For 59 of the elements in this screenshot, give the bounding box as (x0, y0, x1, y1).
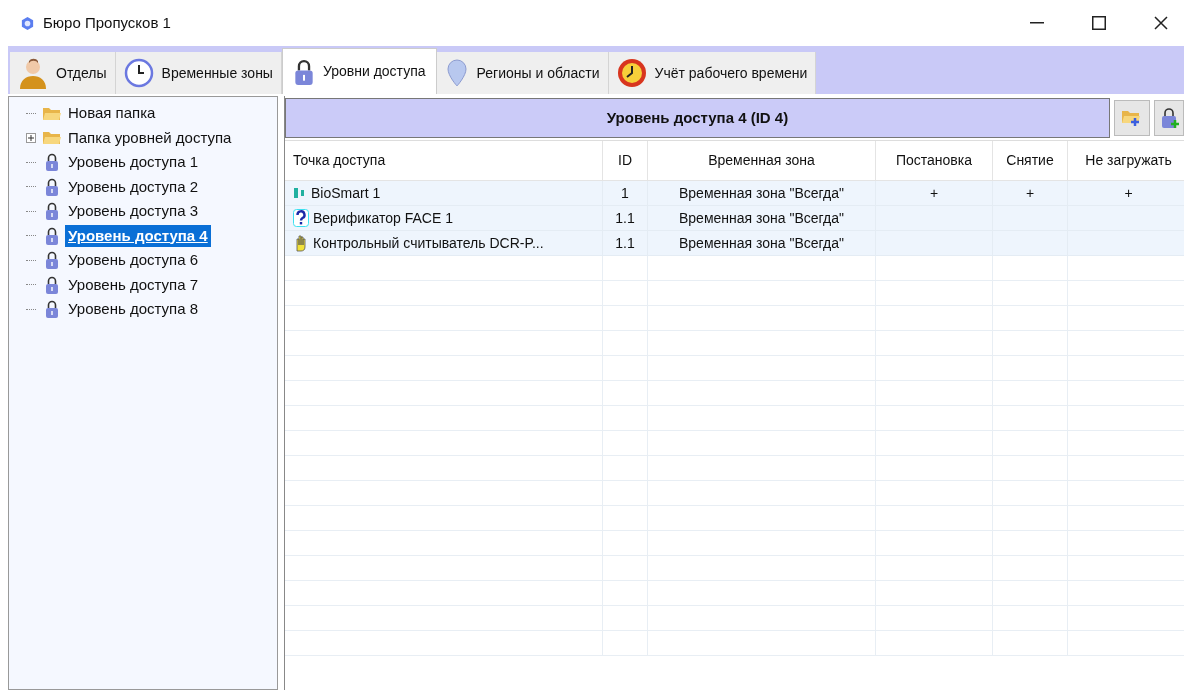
padlock-icon (45, 153, 59, 172)
add-level-button[interactable] (1154, 100, 1184, 136)
window-title: Бюро Пропусков 1 (43, 12, 171, 33)
panel-title: Уровень доступа 4 (ID 4) (606, 107, 789, 128)
table-cell-text: Временная зона "Всегда" (679, 233, 844, 253)
tree-item[interactable]: Новая папка (65, 102, 159, 125)
table-cell-text: + (1124, 183, 1133, 203)
column-header[interactable]: ID (603, 141, 648, 180)
tree-item[interactable]: Уровень доступа 8 (65, 298, 202, 321)
map-pin-icon (444, 58, 469, 88)
hand-icon (293, 234, 309, 252)
folder-icon (42, 105, 62, 121)
padlock-icon (292, 58, 315, 85)
tree-item[interactable]: Уровень доступа 3 (65, 200, 202, 223)
table-cell-text: Временная зона "Всегда" (679, 183, 844, 203)
table-cell-text: + (929, 183, 939, 203)
padlock-plus-icon (1161, 107, 1179, 129)
clock-icon (123, 58, 154, 88)
padlock-icon (45, 177, 59, 196)
scanner-icon (293, 187, 307, 199)
tree-item[interactable]: Уровень доступа 4 (65, 224, 211, 247)
minimize-icon (1030, 22, 1044, 24)
table-cell-text: Верификатор FACE 1 (313, 208, 453, 228)
column-header[interactable]: Снятие (993, 141, 1068, 180)
tab[interactable]: Временные зоны (115, 52, 282, 94)
add-folder-button[interactable] (1114, 100, 1150, 136)
tab[interactable]: Регионы и области (436, 52, 609, 94)
folder-icon (42, 130, 62, 146)
tab[interactable]: Уровни доступа (281, 48, 437, 94)
padlock-icon (45, 202, 59, 221)
person-icon (18, 57, 48, 89)
table-cell-text: Контрольный считыватель DCR-P... (313, 233, 544, 253)
close-icon (1154, 16, 1168, 30)
maximize-icon (1092, 16, 1106, 30)
table-cell-text: + (1025, 183, 1035, 203)
tree-item[interactable]: Уровень доступа 1 (65, 151, 202, 174)
folder-plus-icon (1121, 109, 1143, 127)
tree-item[interactable]: Уровень доступа 2 (65, 175, 202, 198)
padlock-icon (45, 275, 59, 294)
table-cell-text: Временная зона "Всегда" (679, 208, 844, 228)
alarm-clock-icon (616, 58, 647, 88)
tree-item[interactable]: Уровень доступа 7 (65, 273, 202, 296)
table-cell-text: 1.1 (615, 233, 635, 253)
question-mark-icon (293, 209, 309, 227)
column-header[interactable]: Не загружать (1068, 141, 1184, 180)
table-cell-text: BioSmart 1 (311, 183, 381, 203)
column-header[interactable]: Точка доступа (285, 141, 603, 180)
padlock-icon (45, 251, 59, 270)
tab[interactable]: Учёт рабочего времени (608, 52, 817, 94)
padlock-icon (45, 226, 59, 245)
app-logo-icon (20, 15, 35, 31)
tree-item[interactable]: Папка уровней доступа (65, 126, 235, 149)
tree-item[interactable]: Уровень доступа 6 (65, 249, 202, 272)
padlock-icon (45, 300, 59, 319)
tab[interactable]: Отделы (10, 52, 116, 94)
table-cell-text: 1.1 (615, 208, 635, 228)
column-header[interactable]: Временная зона (648, 141, 876, 180)
table-cell-text: 1 (621, 183, 629, 203)
column-header[interactable]: Постановка (876, 141, 993, 180)
